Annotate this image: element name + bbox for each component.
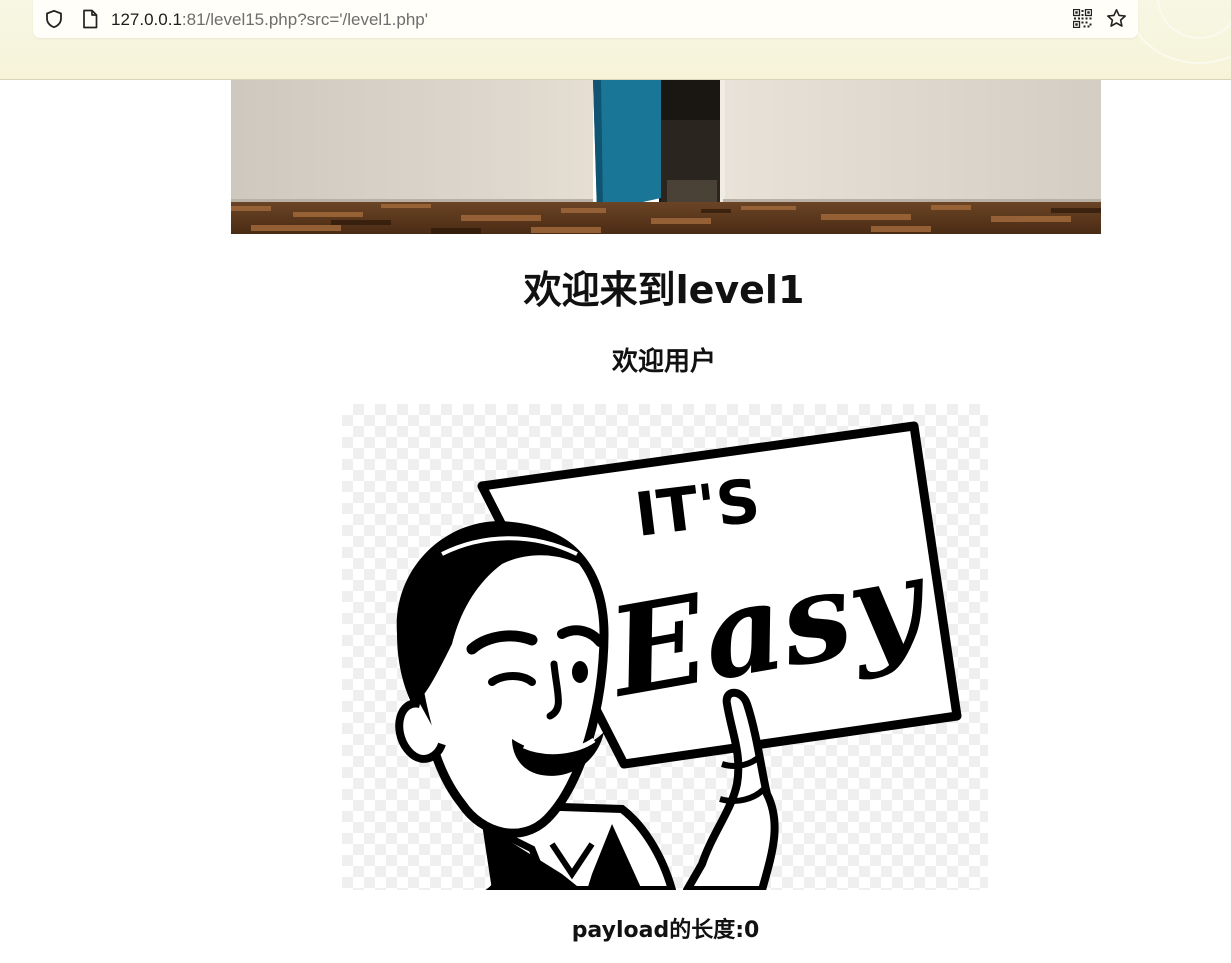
shield-icon[interactable] <box>44 9 64 29</box>
toolbar-decoration <box>1127 0 1231 64</box>
url-path: :81/level15.php?src='/level1.php' <box>181 10 428 29</box>
banner-image <box>231 80 1101 234</box>
welcome-heading: 欢迎用户 <box>611 347 716 377</box>
door-scene-illustration <box>231 80 1101 234</box>
browser-toolbar: 127.0.0.1:81/level15.php?src='/level1.ph… <box>0 0 1231 80</box>
url-text[interactable]: 127.0.0.1:81/level15.php?src='/level1.ph… <box>111 9 428 31</box>
payload-length-label: payload的长度:0 <box>571 918 760 943</box>
url-host: 127.0.0.1 <box>111 10 182 29</box>
page-title: 欢迎来到level1 <box>523 268 805 312</box>
toolbar-decoration <box>1157 0 1231 39</box>
its-easy-image: IT'S Easy <box>342 404 988 890</box>
qr-code-icon[interactable] <box>1073 9 1092 28</box>
bookmark-star-icon[interactable] <box>1106 8 1127 29</box>
cartoon-illustration: IT'S Easy <box>395 421 962 890</box>
file-icon <box>83 9 98 29</box>
address-bar[interactable]: 127.0.0.1:81/level15.php?src='/level1.ph… <box>33 0 1138 38</box>
